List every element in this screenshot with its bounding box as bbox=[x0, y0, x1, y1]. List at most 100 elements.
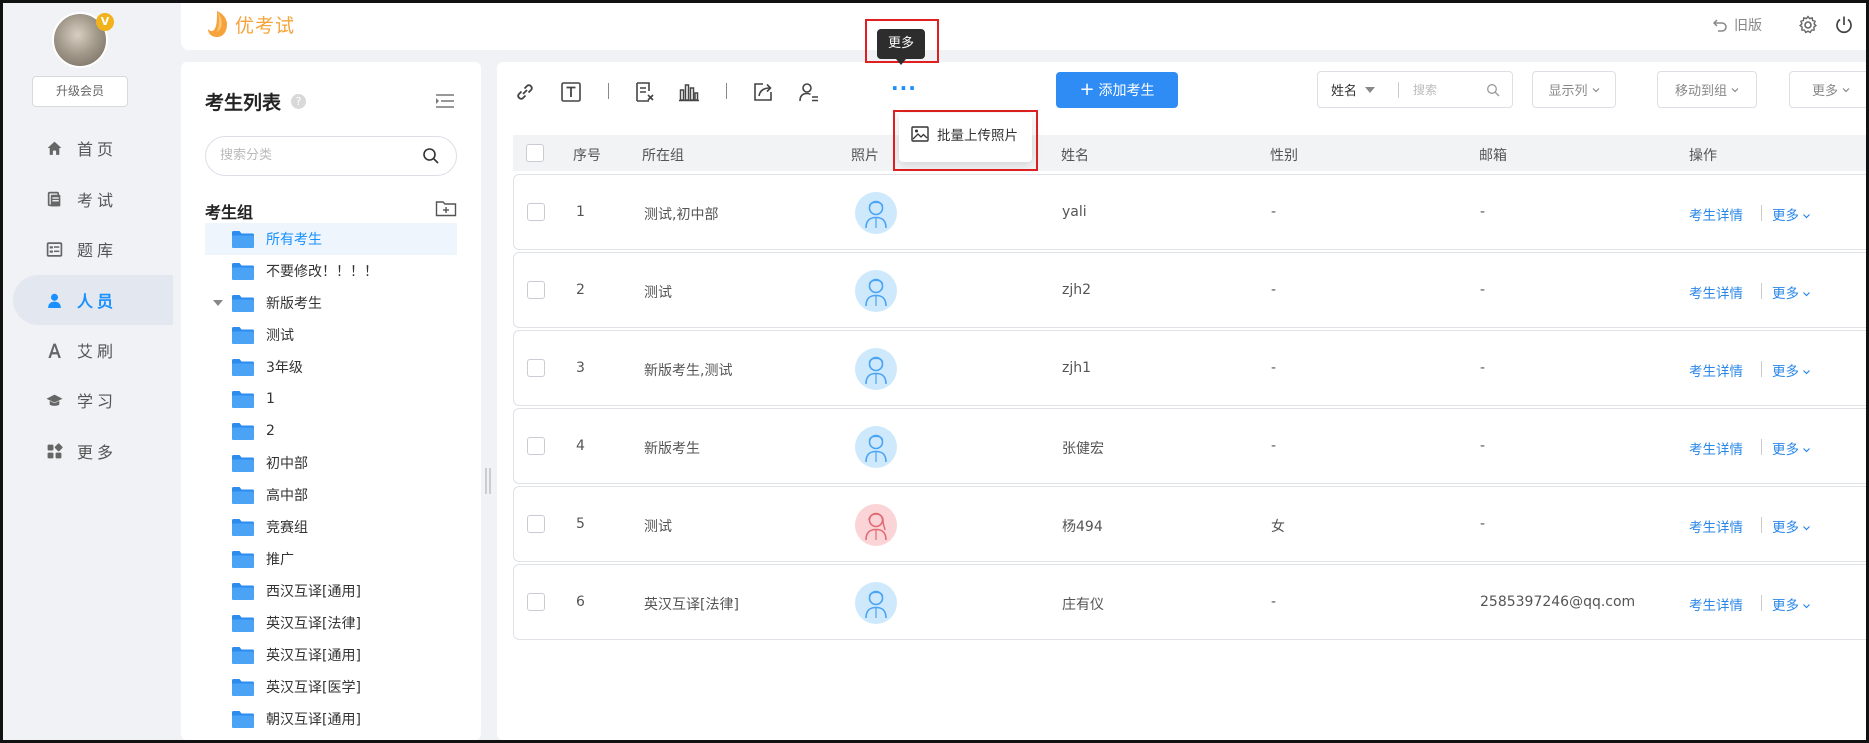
toolbar-divider bbox=[608, 83, 609, 99]
examinee-detail-link[interactable]: 考生详情 bbox=[1689, 516, 1743, 536]
tree-item[interactable]: 西汉互译[通用] bbox=[205, 575, 457, 607]
row-more-label: 更多 bbox=[1772, 364, 1799, 380]
search-icon[interactable] bbox=[422, 147, 440, 165]
tree-item[interactable]: 3年级 bbox=[205, 351, 457, 383]
text-box-icon[interactable] bbox=[559, 80, 583, 104]
table-row[interactable]: 1 测试,初中部 yali - - 考生详情 更多 bbox=[513, 174, 1869, 250]
row-checkbox[interactable] bbox=[527, 281, 545, 299]
app-logo[interactable]: 优考试 bbox=[207, 10, 295, 38]
row-photo[interactable] bbox=[855, 504, 897, 546]
tree-item[interactable]: 朝汉互译[通用] bbox=[205, 703, 457, 735]
row-more-link[interactable]: 更多 bbox=[1772, 360, 1811, 380]
row-checkbox[interactable] bbox=[527, 437, 545, 455]
tree-item[interactable]: 英汉互译[医学] bbox=[205, 671, 457, 703]
row-more-link[interactable]: 更多 bbox=[1772, 594, 1811, 614]
upgrade-member-button[interactable]: 升级会员 bbox=[32, 76, 128, 107]
power-icon[interactable] bbox=[1834, 15, 1854, 35]
row-checkbox[interactable] bbox=[527, 515, 545, 533]
tree-item[interactable]: 所有考生 bbox=[205, 223, 457, 255]
nav-item-more[interactable]: 更多 bbox=[13, 426, 173, 476]
tree-item[interactable]: 新版考生 bbox=[205, 287, 457, 319]
row-checkbox[interactable] bbox=[527, 593, 545, 611]
select-all-checkbox[interactable] bbox=[526, 144, 544, 162]
table-row[interactable]: 4 新版考生 张健宏 - - 考生详情 更多 bbox=[513, 408, 1869, 484]
action-divider bbox=[1761, 283, 1762, 299]
row-index: 2 bbox=[576, 282, 585, 298]
nav-item-question-bank[interactable]: 题库 bbox=[13, 224, 173, 274]
nav-item-aishua[interactable]: 艾刷 bbox=[13, 325, 173, 375]
row-more-link[interactable]: 更多 bbox=[1772, 438, 1811, 458]
nav-item-exam[interactable]: 考试 bbox=[13, 174, 173, 224]
row-checkbox[interactable] bbox=[527, 359, 545, 377]
action-divider bbox=[1761, 595, 1762, 611]
row-photo[interactable] bbox=[855, 348, 897, 390]
examinee-detail-link[interactable]: 考生详情 bbox=[1689, 204, 1743, 224]
more-actions-button[interactable]: ··· bbox=[891, 76, 917, 100]
row-checkbox[interactable] bbox=[527, 203, 545, 221]
folder-icon bbox=[232, 582, 254, 600]
row-photo[interactable] bbox=[855, 582, 897, 624]
tree-item[interactable]: 测试 bbox=[205, 319, 457, 351]
collapse-menu-icon[interactable] bbox=[435, 92, 455, 110]
row-photo[interactable] bbox=[855, 270, 897, 312]
table-row[interactable]: 5 测试 杨494 女 - 考生详情 更多 bbox=[513, 486, 1869, 562]
panel-resize-handle[interactable] bbox=[485, 468, 491, 494]
tree-item[interactable]: 英汉互译[法律] bbox=[205, 607, 457, 639]
user-list-icon[interactable] bbox=[797, 80, 821, 104]
examinee-detail-link[interactable]: 考生详情 bbox=[1689, 360, 1743, 380]
nav-label: 人员 bbox=[77, 292, 118, 311]
examinee-detail-link[interactable]: 考生详情 bbox=[1689, 282, 1743, 302]
chevron-down-icon bbox=[1803, 526, 1810, 531]
tree-item[interactable]: 2 bbox=[205, 415, 457, 447]
tree-item[interactable]: 竞赛组 bbox=[205, 511, 457, 543]
student-avatar-icon bbox=[865, 356, 887, 385]
tree-item[interactable]: 推广 bbox=[205, 543, 457, 575]
old-version-link[interactable]: 旧版 bbox=[1712, 15, 1762, 35]
row-more-label: 更多 bbox=[1772, 520, 1799, 536]
row-email: - bbox=[1480, 438, 1486, 454]
search-icon[interactable] bbox=[1486, 83, 1500, 97]
expand-caret-icon[interactable] bbox=[213, 300, 223, 306]
table-row[interactable]: 6 英汉互译[法律] 庄有仪 - 2585397246@qq.com 考生详情 更多 bbox=[513, 564, 1869, 640]
table-row[interactable]: 3 新版考生,测试 zjh1 - - 考生详情 更多 bbox=[513, 330, 1869, 406]
row-index: 6 bbox=[576, 594, 585, 610]
more-dropdown-button[interactable]: 更多 bbox=[1789, 71, 1869, 108]
tree-item[interactable]: 不要修改！！！！ bbox=[205, 255, 457, 287]
search-field-select[interactable]: 姓名 bbox=[1318, 80, 1398, 99]
row-index: 3 bbox=[576, 360, 585, 376]
search-input[interactable]: 搜索 bbox=[1399, 81, 1486, 98]
tree-item[interactable]: 英汉互译[通用] bbox=[205, 639, 457, 671]
add-folder-icon[interactable] bbox=[435, 199, 457, 217]
row-more-link[interactable]: 更多 bbox=[1772, 282, 1811, 302]
clear-document-icon[interactable] bbox=[633, 80, 657, 104]
tree-item[interactable]: 初中部 bbox=[205, 447, 457, 479]
header-index: 序号 bbox=[573, 148, 601, 164]
link-icon[interactable] bbox=[513, 80, 537, 104]
batch-upload-photos-item[interactable]: 批量上传照片 bbox=[911, 124, 1018, 144]
show-columns-button[interactable]: 显示列 bbox=[1532, 71, 1616, 108]
row-photo[interactable] bbox=[855, 192, 897, 234]
add-examinee-button[interactable]: + 添加考生 bbox=[1056, 72, 1178, 108]
move-to-group-button[interactable]: 移动到组 bbox=[1657, 71, 1757, 108]
examinee-detail-link[interactable]: 考生详情 bbox=[1689, 594, 1743, 614]
table-row[interactable]: 2 测试 zjh2 - - 考生详情 更多 bbox=[513, 252, 1869, 328]
bar-chart-icon[interactable] bbox=[677, 80, 701, 104]
row-more-link[interactable]: 更多 bbox=[1772, 204, 1811, 224]
tree-item[interactable]: 1 bbox=[205, 383, 457, 415]
help-icon[interactable]: ? bbox=[291, 94, 307, 109]
share-export-icon[interactable] bbox=[751, 80, 775, 104]
folder-icon bbox=[232, 518, 254, 536]
nav-item-study[interactable]: 学习 bbox=[13, 375, 173, 425]
row-photo[interactable] bbox=[855, 426, 897, 468]
row-more-link[interactable]: 更多 bbox=[1772, 516, 1811, 536]
row-group: 新版考生 bbox=[644, 441, 700, 457]
folder-icon bbox=[232, 710, 254, 728]
nav-item-home[interactable]: 首页 bbox=[13, 123, 173, 173]
examinee-detail-link[interactable]: 考生详情 bbox=[1689, 438, 1743, 458]
settings-gear-icon[interactable] bbox=[1798, 15, 1818, 35]
nav-item-personnel[interactable]: 人员 bbox=[13, 275, 173, 325]
action-divider bbox=[1761, 517, 1762, 533]
tree-item[interactable]: 高中部 bbox=[205, 479, 457, 511]
student-avatar-icon bbox=[865, 434, 887, 463]
category-search-input[interactable]: 搜索分类 bbox=[205, 136, 457, 176]
